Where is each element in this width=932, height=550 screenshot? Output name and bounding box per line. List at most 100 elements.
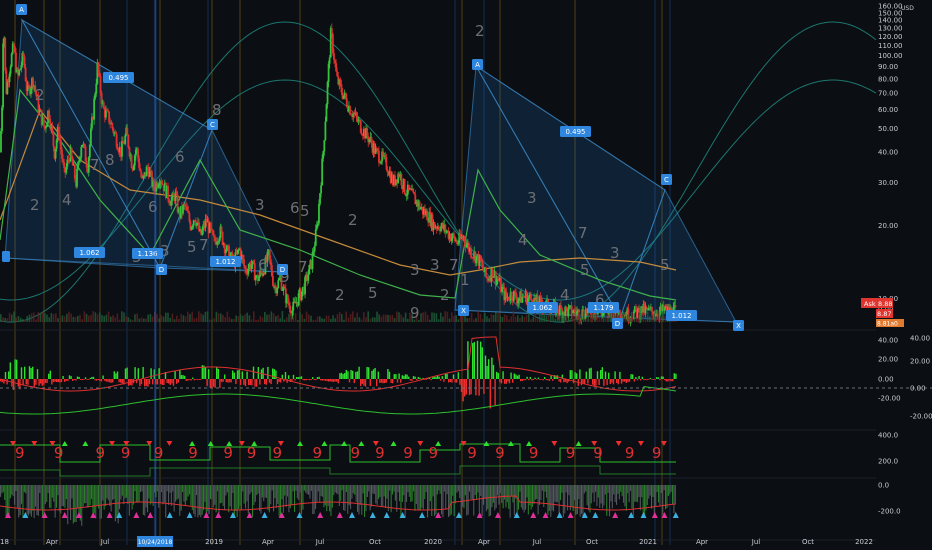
osc3-bar — [203, 485, 205, 511]
osc3-bar — [406, 485, 408, 503]
osc1-bar — [113, 371, 115, 379]
osc3-bar — [186, 485, 188, 501]
osc3-bar — [135, 485, 137, 503]
candle-body — [10, 53, 13, 67]
osc3-bar — [578, 485, 580, 499]
osc3-bar — [107, 485, 109, 501]
volume-bar — [11, 314, 13, 322]
osc1-bar — [598, 379, 600, 386]
osc3-bar — [414, 485, 416, 511]
osc3-bar — [78, 485, 80, 515]
volume-bar — [0, 314, 2, 322]
osc3-bar — [431, 485, 433, 517]
osc3-bar — [245, 485, 247, 509]
volume-bar — [125, 316, 127, 322]
volume-bar — [24, 319, 26, 322]
candle-body — [137, 148, 139, 159]
osc3-bar — [222, 485, 224, 507]
candle-body — [277, 280, 280, 288]
candle-body — [297, 293, 300, 306]
candle-body — [22, 52, 25, 57]
osc3-bar — [260, 485, 262, 514]
volume-bar — [140, 317, 143, 322]
osc3-bar — [481, 485, 483, 517]
osc2-nine: 9 — [403, 444, 413, 462]
volume-bar — [541, 314, 543, 322]
osc3-bar — [127, 485, 129, 504]
osc1-bar — [43, 379, 45, 385]
osc3-bar — [579, 485, 581, 517]
volume-bar — [338, 311, 341, 322]
harmonic-label: 1.179 — [593, 304, 613, 312]
time-tick-label: 2021 — [639, 538, 657, 546]
osc3-bar — [365, 485, 367, 512]
osc3-bar — [207, 485, 209, 512]
osc3-bar — [40, 485, 42, 510]
candle-body — [52, 133, 55, 147]
trading-chart[interactable]: 224786536578366579225337234735459162A0.4… — [0, 0, 932, 550]
osc3-bar — [322, 485, 324, 497]
price-tick-label: 60.00 — [878, 106, 898, 114]
candle-body — [76, 168, 78, 187]
osc1-bar — [364, 379, 367, 387]
volume-bar — [244, 314, 246, 322]
candle-body — [175, 191, 178, 195]
osc1-bar — [251, 379, 253, 386]
volume-bar — [360, 319, 363, 322]
chart-canvas[interactable]: 224786536578366579225337234735459162A0.4… — [0, 0, 932, 550]
candle-body — [355, 112, 358, 117]
osc1-bar — [608, 372, 610, 379]
osc1-bar — [134, 367, 136, 379]
candle-body — [324, 121, 327, 141]
osc1-bar — [377, 371, 379, 379]
osc1-bar — [670, 379, 672, 382]
osc3-bar — [63, 485, 65, 507]
volume-bar — [239, 314, 242, 322]
osc3-bar — [334, 485, 336, 493]
volume-bar — [50, 313, 53, 322]
volume-bar — [453, 315, 455, 322]
osc3-bar — [197, 485, 199, 518]
osc1-bar — [224, 374, 226, 379]
volume-bar — [517, 315, 519, 322]
volume-bar — [530, 319, 532, 322]
osc1-bar — [310, 379, 312, 381]
osc3-bar — [44, 485, 46, 505]
osc1-bar — [316, 377, 319, 379]
osc1-bar — [96, 379, 98, 381]
volume-bar — [589, 314, 592, 322]
volume-bar — [145, 318, 147, 322]
osc1-bar — [40, 379, 42, 384]
candle-body — [440, 226, 442, 232]
osc1-bar — [657, 377, 659, 379]
osc1-bar — [592, 379, 594, 385]
osc3-bar — [219, 485, 221, 504]
candle-body — [366, 128, 369, 137]
osc1-bar — [395, 374, 397, 379]
candle-body — [60, 140, 62, 150]
osc1-bar — [412, 376, 415, 379]
osc3-bar — [158, 485, 160, 508]
osc3-tick-label: -200.0 — [878, 508, 901, 516]
osc3-bar — [560, 485, 562, 501]
volume-bar — [457, 319, 460, 322]
volume-bar — [204, 311, 207, 322]
osc1-bar — [24, 366, 26, 379]
osc3-bar — [586, 485, 588, 506]
volume-bar — [138, 318, 141, 322]
osc3-bar — [527, 485, 529, 515]
volume-bar — [127, 317, 130, 322]
osc3-bar — [607, 485, 609, 493]
osc3-bar — [0, 485, 2, 497]
osc3-bar — [4, 485, 6, 501]
candle-body — [42, 117, 45, 126]
time-tick-label: Oct — [802, 538, 814, 546]
candle-body — [444, 224, 447, 233]
osc1-bar — [611, 379, 613, 383]
osc3-bar — [623, 485, 625, 503]
osc3-bar — [211, 485, 213, 500]
count-digit: 3 — [527, 189, 537, 207]
volume-bar — [477, 311, 479, 322]
volume-bar — [110, 316, 112, 322]
candle-body — [185, 205, 188, 207]
